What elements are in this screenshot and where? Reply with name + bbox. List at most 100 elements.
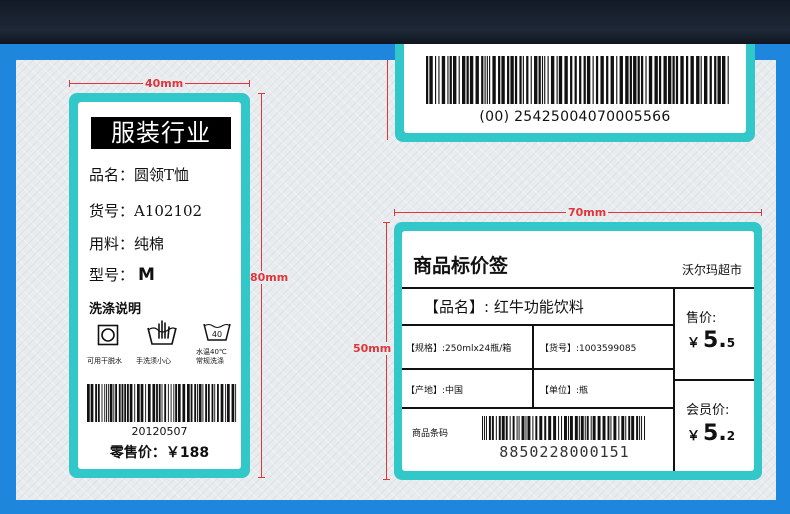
barcode-bar (722, 56, 726, 104)
barcode-bar (526, 56, 529, 104)
price-tag-barcode (482, 416, 646, 440)
barcode-bar (491, 416, 494, 440)
barcode-bar (177, 384, 181, 422)
dim-price-width-label: 70mm (566, 206, 609, 219)
garment-label: 服装行业 品名：圆领T恤 货号：A102102 用料：纯棉 型号： M 洗涤说明 … (69, 93, 250, 478)
wash-40-icon: 40 (203, 323, 231, 341)
barcode-bar (438, 56, 440, 104)
price-tag-title: 商品标价签 (413, 255, 509, 277)
barcode-bar (534, 56, 538, 104)
barcode-bar (145, 384, 147, 422)
barcode-bar (505, 416, 508, 440)
price-tag-product-name: 【品名】: 红牛功能饮料 (424, 298, 584, 316)
barcode-bar (584, 416, 586, 440)
barcode-bar (147, 384, 151, 422)
price-tag-item-no: 【货号】:1003599085 (540, 344, 637, 354)
barcode-bar (564, 56, 568, 104)
barcode-bar (90, 384, 94, 422)
barcode-bar (578, 416, 580, 440)
barcode-bar (607, 416, 610, 440)
barcode-bar (95, 384, 97, 422)
barcode-bar (680, 56, 684, 104)
barcode-bar (435, 56, 437, 104)
barcode-bar (541, 56, 544, 104)
barcode-bar (97, 384, 100, 422)
garment-retail-price: 零售价：￥188 (109, 445, 210, 461)
dim-left-width-label: 40mm (143, 77, 186, 90)
barcode-bar (483, 416, 485, 440)
barcode-bar (667, 56, 672, 104)
barcode-bar (173, 384, 175, 422)
garment-barcode (87, 384, 237, 422)
barcode-bar (514, 56, 518, 104)
barcode-bar (633, 56, 637, 104)
grid-line (402, 368, 674, 370)
barcode-bar (113, 384, 115, 422)
barcode-bar (709, 56, 712, 104)
barcode-bar (539, 416, 543, 440)
barcode-bar (453, 56, 457, 104)
barcode-bar (101, 384, 103, 422)
barcode-bar (556, 56, 558, 104)
barcode-bar (458, 56, 460, 104)
grid-line (532, 324, 534, 408)
barcode-bar (501, 416, 505, 440)
price-tag-spec: 【规格】:250mlx24瓶/箱 (406, 344, 512, 354)
barcode-bar (140, 384, 144, 422)
barcode-bar (510, 56, 514, 104)
care-label-hand: 手洗须小心 (136, 357, 171, 365)
barcode-bar (619, 56, 623, 104)
barcode-bar (164, 384, 167, 422)
garment-name-line: 品名：圆领T恤 (89, 166, 190, 184)
barcode-bar (690, 56, 694, 104)
barcode-bar (207, 384, 210, 422)
barcode-bar (488, 416, 491, 440)
barcode-bar (124, 384, 127, 422)
barcode-bar (220, 384, 224, 422)
barcode-bar (198, 384, 202, 422)
barcode-bar (127, 384, 129, 422)
barcode-bar (586, 56, 591, 104)
barcode-bar (538, 56, 541, 104)
barcode-bar (629, 56, 632, 104)
barcode-bar (121, 384, 124, 422)
barcode-bar (628, 416, 631, 440)
barcode-bar (644, 416, 646, 440)
barcode-bar (550, 56, 555, 104)
barcode-bar (462, 56, 466, 104)
care-label-dry: 可用干脱水 (87, 357, 122, 365)
barcode-bar (156, 384, 158, 422)
barcode-bar (134, 384, 136, 422)
price-tag-member-label: 会员价: (686, 403, 730, 418)
barcode-bar (525, 416, 527, 440)
barcode-bar (561, 416, 563, 440)
barcode-bar (610, 56, 614, 104)
garment-label-body: 服装行业 品名：圆领T恤 货号：A102102 用料：纯棉 型号： M 洗涤说明 … (78, 102, 241, 469)
price-tag-price-value: ￥ 5.5 (687, 328, 736, 353)
barcode-bar (158, 384, 161, 422)
barcode-bar (466, 56, 469, 104)
barcode-bar (641, 416, 643, 440)
barcode-bar (202, 384, 204, 422)
barcode-bar (696, 56, 700, 104)
barcode-bar (592, 416, 596, 440)
barcode-bar (152, 384, 156, 422)
barcode-bar (217, 384, 219, 422)
barcode-bar (544, 56, 546, 104)
barcode-bar (449, 56, 452, 104)
barcode-bar (484, 56, 486, 104)
price-tag-barcode-number: 8850228000151 (499, 443, 630, 461)
barcode-bar (637, 56, 640, 104)
barcode-bar (595, 56, 599, 104)
barcode-bar (717, 56, 721, 104)
barcode-bar (498, 56, 501, 104)
barcode-bar (109, 384, 113, 422)
barcode-bar (522, 56, 524, 104)
barcode-bar (547, 56, 549, 104)
barcode-bar (703, 56, 708, 104)
barcode-bar (570, 56, 573, 104)
barcode-bar (574, 56, 577, 104)
barcode-bar (129, 384, 133, 422)
barcode-bar (558, 416, 560, 440)
barcode-bar (675, 56, 679, 104)
